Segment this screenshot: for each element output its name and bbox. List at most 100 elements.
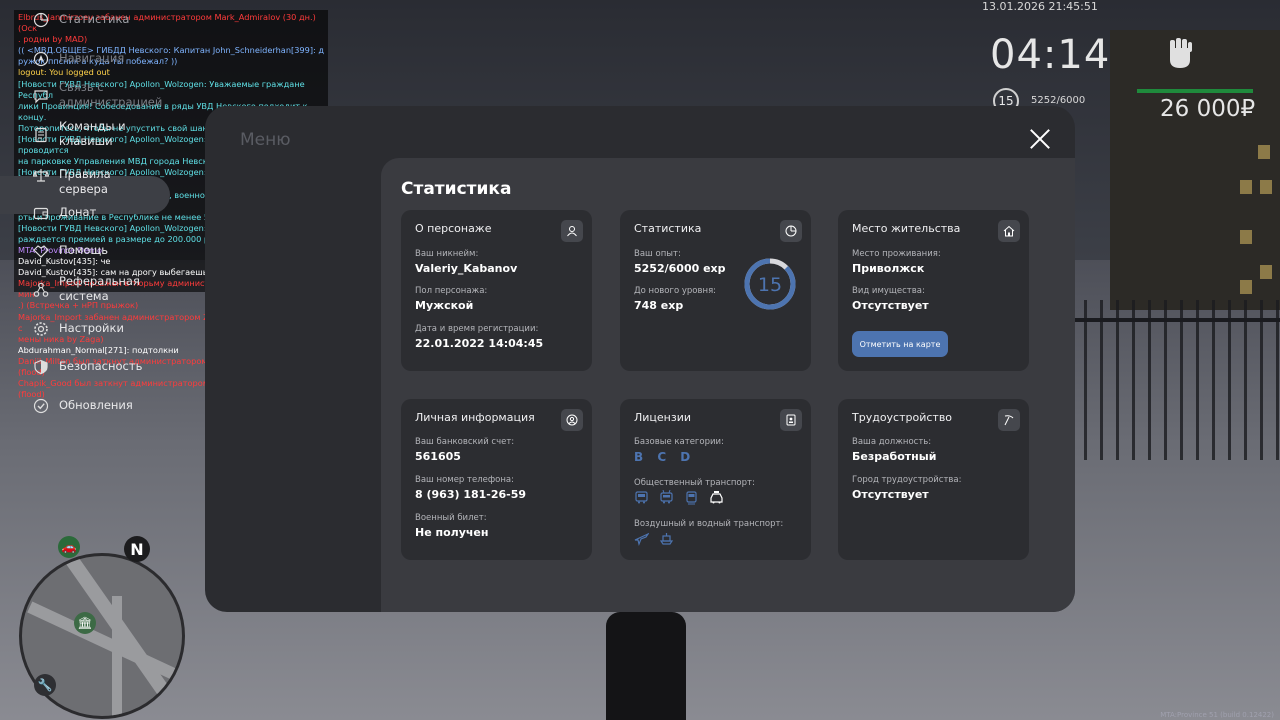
bank-icon: 🏛: [74, 612, 96, 634]
sidebar-item-5[interactable]: Донат: [0, 205, 170, 221]
tram-icon: [686, 491, 697, 505]
bank-label: Ваш банковский счет:: [415, 437, 515, 447]
sidebar-item-label: Донат: [59, 205, 97, 219]
sidebar-item-1[interactable]: Навигация: [0, 51, 170, 67]
level-progress-ring: 15: [744, 258, 796, 310]
sidebar-item-10[interactable]: Обновления: [0, 398, 170, 414]
trolleybus-icon: [660, 490, 673, 504]
mark-on-map-button[interactable]: Отметить на карте: [852, 331, 948, 357]
close-button[interactable]: [1029, 128, 1051, 150]
exp-label: Ваш опыт:: [634, 249, 681, 259]
phone-label: Ваш номер телефона:: [415, 475, 514, 485]
place-label: Место проживания:: [852, 249, 941, 259]
hud-clock: 04:14: [990, 32, 1111, 78]
card-title: Статистика: [634, 222, 702, 235]
gender-label: Пол персонажа:: [415, 286, 488, 296]
sidebar-item-label: Связь с администрацией: [59, 80, 163, 109]
scales-icon: [33, 167, 49, 183]
sidebar-item-9[interactable]: Безопасность: [0, 359, 170, 375]
military-value: Не получен: [415, 526, 489, 539]
reg-value: 22.01.2022 14:04:45: [415, 337, 544, 350]
shield-icon: [33, 359, 49, 375]
sidebar-item-3[interactable]: Команды и клавиши: [0, 119, 170, 151]
document-icon: [33, 127, 49, 143]
sidebar-item-7[interactable]: Реферальная система: [0, 274, 170, 306]
sidebar-item-6[interactable]: Помощь: [0, 243, 170, 259]
nick-label: Ваш никнейм:: [415, 249, 479, 259]
wallet-icon: [33, 205, 49, 221]
card-residence: Место жительства Место проживания: Приво…: [838, 210, 1029, 371]
hud-exp: 5252/6000: [1031, 95, 1086, 106]
player-character: [606, 612, 686, 720]
job-city-label: Город трудоустройства:: [852, 475, 962, 485]
reg-label: Дата и время регистрации:: [415, 324, 539, 334]
bank-value: 561605: [415, 450, 461, 463]
nick-value: Valeriy_Kabanov: [415, 262, 518, 275]
boat-icon: [659, 533, 674, 545]
air-water-icons: [634, 531, 674, 546]
id-card-icon: [780, 409, 802, 431]
gear-icon: [33, 321, 49, 337]
version-label: MTA:Province 51 (build 0.12422): [1160, 711, 1274, 719]
sidebar-item-label: Обновления: [59, 398, 133, 412]
military-label: Военный билет:: [415, 513, 487, 523]
car-icon: 🚗: [58, 536, 80, 558]
sidebar-item-label: Навигация: [59, 51, 125, 65]
gender-value: Мужской: [415, 299, 474, 312]
pie-chart-icon: [33, 12, 49, 28]
sidebar-item-label: Правила сервера: [59, 167, 111, 196]
menu-title: Меню: [240, 130, 291, 150]
position-value: Безработный: [852, 450, 937, 463]
sidebar-item-8[interactable]: Настройки: [0, 321, 170, 337]
place-value: Приволжск: [852, 262, 925, 275]
update-icon: [33, 398, 49, 414]
hud-datetime: 13.01.2026 21:45:51: [982, 0, 1098, 13]
property-label: Вид имущества:: [852, 286, 925, 296]
sidebar-item-label: Настройки: [59, 321, 124, 335]
referral-icon: [33, 282, 49, 298]
page-title: Статистика: [401, 179, 512, 199]
sidebar-item-label: Реферальная система: [59, 274, 140, 303]
property-value: Отсутствует: [852, 299, 929, 312]
exp-value: 5252/6000 exp: [634, 262, 726, 275]
sidebar-item-label: Безопасность: [59, 359, 143, 373]
chat-line: . родни by MAD): [18, 34, 88, 45]
job-city-value: Отсутствует: [852, 488, 929, 501]
bus-icon: [635, 491, 648, 504]
plane-icon: [634, 532, 649, 546]
chat-line: logout: You logged out: [18, 67, 110, 78]
card-title: Личная информация: [415, 411, 535, 424]
taxi-icon: [710, 491, 723, 504]
sidebar-item-0[interactable]: Статистика: [0, 12, 170, 28]
house-icon: [998, 220, 1020, 242]
chat-icon: [33, 88, 49, 104]
air-water-label: Воздушный и водный транспорт:: [634, 519, 784, 529]
card-about: О персонаже Ваш никнейм: Valeriy_Kabanov…: [401, 210, 592, 371]
sidebar-item-label: Команды и клавиши: [59, 119, 126, 148]
sidebar-item-label: Помощь: [59, 243, 109, 257]
pickaxe-icon: [998, 409, 1020, 431]
handshake-icon: [33, 243, 49, 259]
card-title: Трудоустройство: [852, 411, 953, 424]
public-transport-icons: [634, 490, 724, 505]
card-personal: Личная информация Ваш банковский счет: 5…: [401, 399, 592, 560]
card-title: О персонаже: [415, 222, 492, 235]
card-title: Лицензии: [634, 411, 692, 424]
level-number: 15: [758, 274, 782, 296]
pie-chart-icon: [780, 220, 802, 242]
next-level-value: 748 exp: [634, 299, 684, 312]
wrench-icon: 🔧: [34, 674, 56, 696]
card-progress: Статистика Ваш опыт: 5252/6000 exp До но…: [620, 210, 811, 371]
card-title: Место жительства: [852, 222, 961, 235]
card-job: Трудоустройство Ваша должность: Безработ…: [838, 399, 1029, 560]
sidebar-item-4[interactable]: Правила сервера: [0, 167, 170, 196]
hud-money: 26 000₽: [1160, 96, 1256, 122]
public-transport-label: Общественный транспорт:: [634, 478, 755, 488]
fist-icon: [1160, 34, 1200, 74]
sidebar-item-label: Статистика: [59, 12, 130, 26]
face-icon: [561, 409, 583, 431]
next-level-label: До нового уровня:: [634, 286, 717, 296]
phone-value: 8 (963) 181-26-59: [415, 488, 527, 501]
base-categories-value: B C D: [634, 450, 696, 464]
sidebar-item-2[interactable]: Связь с администрацией: [0, 80, 170, 112]
